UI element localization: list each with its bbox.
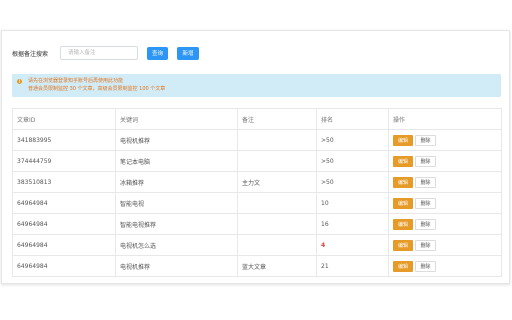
row-actions: 编辑 删除: [393, 155, 497, 167]
row-actions: 编辑 删除: [393, 197, 497, 209]
table-row: 64964984 电视机推荐 蓝大文章 21 编辑 删除: [12, 255, 502, 277]
note-cell: 主力文: [237, 171, 317, 193]
rank-cell: >50: [316, 129, 389, 151]
rank-cell: >50: [316, 171, 389, 193]
article-id-cell: 383510813: [12, 171, 116, 193]
delete-button[interactable]: 删除: [415, 134, 436, 146]
keyword-cell: 电视机推荐: [115, 255, 238, 277]
table-row: 64964984 智能电视 10 编辑 删除: [12, 192, 502, 214]
notice-line-2: 普通会员限制监控 30 个文章，高级会员限制监控 100 个文章: [28, 86, 166, 92]
keyword-cell: 冰箱推荐: [115, 171, 238, 193]
delete-button[interactable]: 删除: [415, 197, 436, 209]
notice-line-1: 请先在浏览器登录知乎账号后再使用此功能: [28, 78, 124, 84]
delete-button[interactable]: 删除: [415, 260, 436, 272]
main-panel: 根据备注搜索 查询 新增 ! 请先在浏览器登录知乎账号后再使用此功能 普通会员限…: [1, 30, 510, 284]
table-row: 64964984 电视机怎么选 4 编辑 删除: [12, 234, 502, 256]
note-cell: [237, 213, 317, 235]
note-cell: [237, 150, 317, 172]
rank-cell: 10: [316, 192, 389, 214]
keyword-cell: 笔记本电脑: [115, 150, 238, 172]
search-row: 根据备注搜索 查询 新增: [12, 46, 199, 60]
actions-cell: 编辑 删除: [388, 150, 502, 172]
note-cell: [237, 129, 317, 151]
delete-button[interactable]: 删除: [415, 218, 436, 230]
table-row: 374444759 笔记本电脑 >50 编辑 删除: [12, 150, 502, 172]
edit-button[interactable]: 编辑: [393, 134, 413, 146]
article-id-cell: 64964984: [12, 192, 116, 214]
edit-button[interactable]: 编辑: [393, 176, 413, 188]
actions-cell: 编辑 删除: [388, 171, 502, 193]
keyword-cell: 智能电视: [115, 192, 238, 214]
edit-button[interactable]: 编辑: [393, 239, 413, 251]
actions-cell: 编辑 删除: [388, 213, 502, 235]
article-id-cell: 374444759: [12, 150, 116, 172]
row-actions: 编辑 删除: [393, 218, 497, 230]
rank-cell: 21: [316, 255, 389, 277]
table-row: 64964984 智能电视推荐 16 编辑 删除: [12, 213, 502, 235]
actions-cell: 编辑 删除: [388, 234, 502, 256]
table-header-row: 文章ID 关键词 备注 排名 操作: [12, 108, 502, 130]
info-icon: !: [17, 79, 22, 84]
note-cell: [237, 192, 317, 214]
header-note: 备注: [237, 108, 317, 130]
articles-table: 文章ID 关键词 备注 排名 操作 341883995 电视机推荐 >50 编辑 删除 3…: [12, 108, 502, 277]
rank-cell: 16: [316, 213, 389, 235]
article-id-cell: 64964984: [12, 234, 116, 256]
notice-banner: ! 请先在浏览器登录知乎账号后再使用此功能 普通会员限制监控 30 个文章，高级…: [12, 74, 501, 97]
delete-button[interactable]: 删除: [415, 155, 436, 167]
edit-button[interactable]: 编辑: [393, 260, 413, 272]
edit-button[interactable]: 编辑: [393, 197, 413, 209]
table-body: 341883995 电视机推荐 >50 编辑 删除 374444759 笔记本电脑 >50 编辑…: [12, 129, 502, 277]
row-actions: 编辑 删除: [393, 260, 497, 272]
header-rank: 排名: [316, 108, 389, 130]
delete-button[interactable]: 删除: [415, 239, 436, 251]
note-cell: [237, 234, 317, 256]
delete-button[interactable]: 删除: [415, 176, 436, 188]
table-row: 341883995 电视机推荐 >50 编辑 删除: [12, 129, 502, 151]
search-input[interactable]: [60, 46, 138, 60]
row-actions: 编辑 删除: [393, 176, 497, 188]
keyword-cell: 电视机推荐: [115, 129, 238, 151]
article-id-cell: 64964984: [12, 255, 116, 277]
table-row: 383510813 冰箱推荐 主力文 >50 编辑 删除: [12, 171, 502, 193]
rank-cell: >50: [316, 150, 389, 172]
article-id-cell: 64964984: [12, 213, 116, 235]
row-actions: 编辑 删除: [393, 239, 497, 251]
header-keyword: 关键词: [115, 108, 238, 130]
search-label: 根据备注搜索: [12, 50, 49, 58]
keyword-cell: 电视机怎么选: [115, 234, 238, 256]
header-actions: 操作: [388, 108, 502, 130]
search-button[interactable]: 查询: [147, 46, 168, 60]
keyword-cell: 智能电视推荐: [115, 213, 238, 235]
actions-cell: 编辑 删除: [388, 129, 502, 151]
note-cell: 蓝大文章: [237, 255, 317, 277]
rank-cell: 4: [316, 234, 389, 256]
row-actions: 编辑 删除: [393, 134, 497, 146]
edit-button[interactable]: 编辑: [393, 155, 413, 167]
edit-button[interactable]: 编辑: [393, 218, 413, 230]
actions-cell: 编辑 删除: [388, 192, 502, 214]
header-article-id: 文章ID: [12, 108, 116, 130]
article-id-cell: 341883995: [12, 129, 116, 151]
actions-cell: 编辑 删除: [388, 255, 502, 277]
add-button[interactable]: 新增: [177, 46, 199, 60]
